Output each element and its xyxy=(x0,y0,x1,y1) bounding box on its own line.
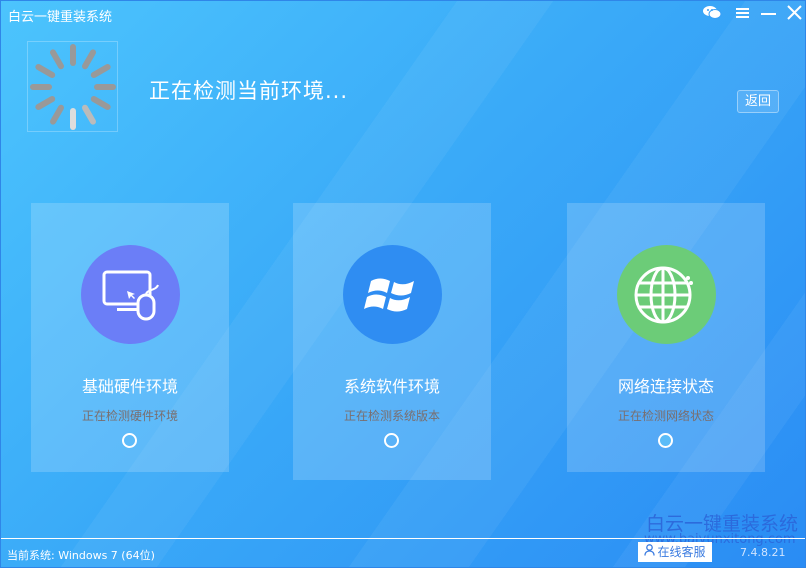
version: 7.4.8.21 xyxy=(740,546,786,559)
card-title: 系统软件环境 xyxy=(343,377,440,396)
card-status: 正在检测系统版本 xyxy=(343,409,440,423)
menu-icon[interactable] xyxy=(736,5,750,24)
user-icon xyxy=(644,542,656,562)
online-service-button[interactable]: 在线客服 xyxy=(638,542,712,562)
card-status: 正在检测网络状态 xyxy=(617,409,714,423)
app-window: 白云一键重装系统 正在检测当前环境... 返回 基础硬件环境 正在检测硬件环境 … xyxy=(0,0,806,568)
loading-icon xyxy=(658,433,673,448)
minimize-icon[interactable] xyxy=(761,5,777,24)
current-system: 当前系统: Windows 7 (64位) xyxy=(7,549,155,562)
card-status: 正在检测硬件环境 xyxy=(81,409,178,423)
service-label: 在线客服 xyxy=(657,545,706,559)
card-hardware: 基础硬件环境 正在检测硬件环境 xyxy=(31,203,229,472)
card-title: 基础硬件环境 xyxy=(81,377,178,396)
loading-icon xyxy=(384,433,399,448)
footer-divider xyxy=(1,538,805,539)
detection-status-heading: 正在检测当前环境... xyxy=(149,79,349,103)
close-icon[interactable] xyxy=(787,5,802,24)
loading-spinner xyxy=(27,41,118,132)
globe-icon xyxy=(617,245,716,344)
card-software: 系统软件环境 正在检测系统版本 xyxy=(293,203,491,480)
back-button[interactable]: 返回 xyxy=(737,90,779,113)
loading-icon xyxy=(122,433,137,448)
computer-mouse-icon xyxy=(81,245,180,344)
windows-icon xyxy=(343,245,442,344)
card-title: 网络连接状态 xyxy=(617,377,714,396)
wechat-icon[interactable] xyxy=(702,5,722,25)
window-title: 白云一键重装系统 xyxy=(8,10,113,25)
card-network: 网络连接状态 正在检测网络状态 xyxy=(567,203,765,472)
